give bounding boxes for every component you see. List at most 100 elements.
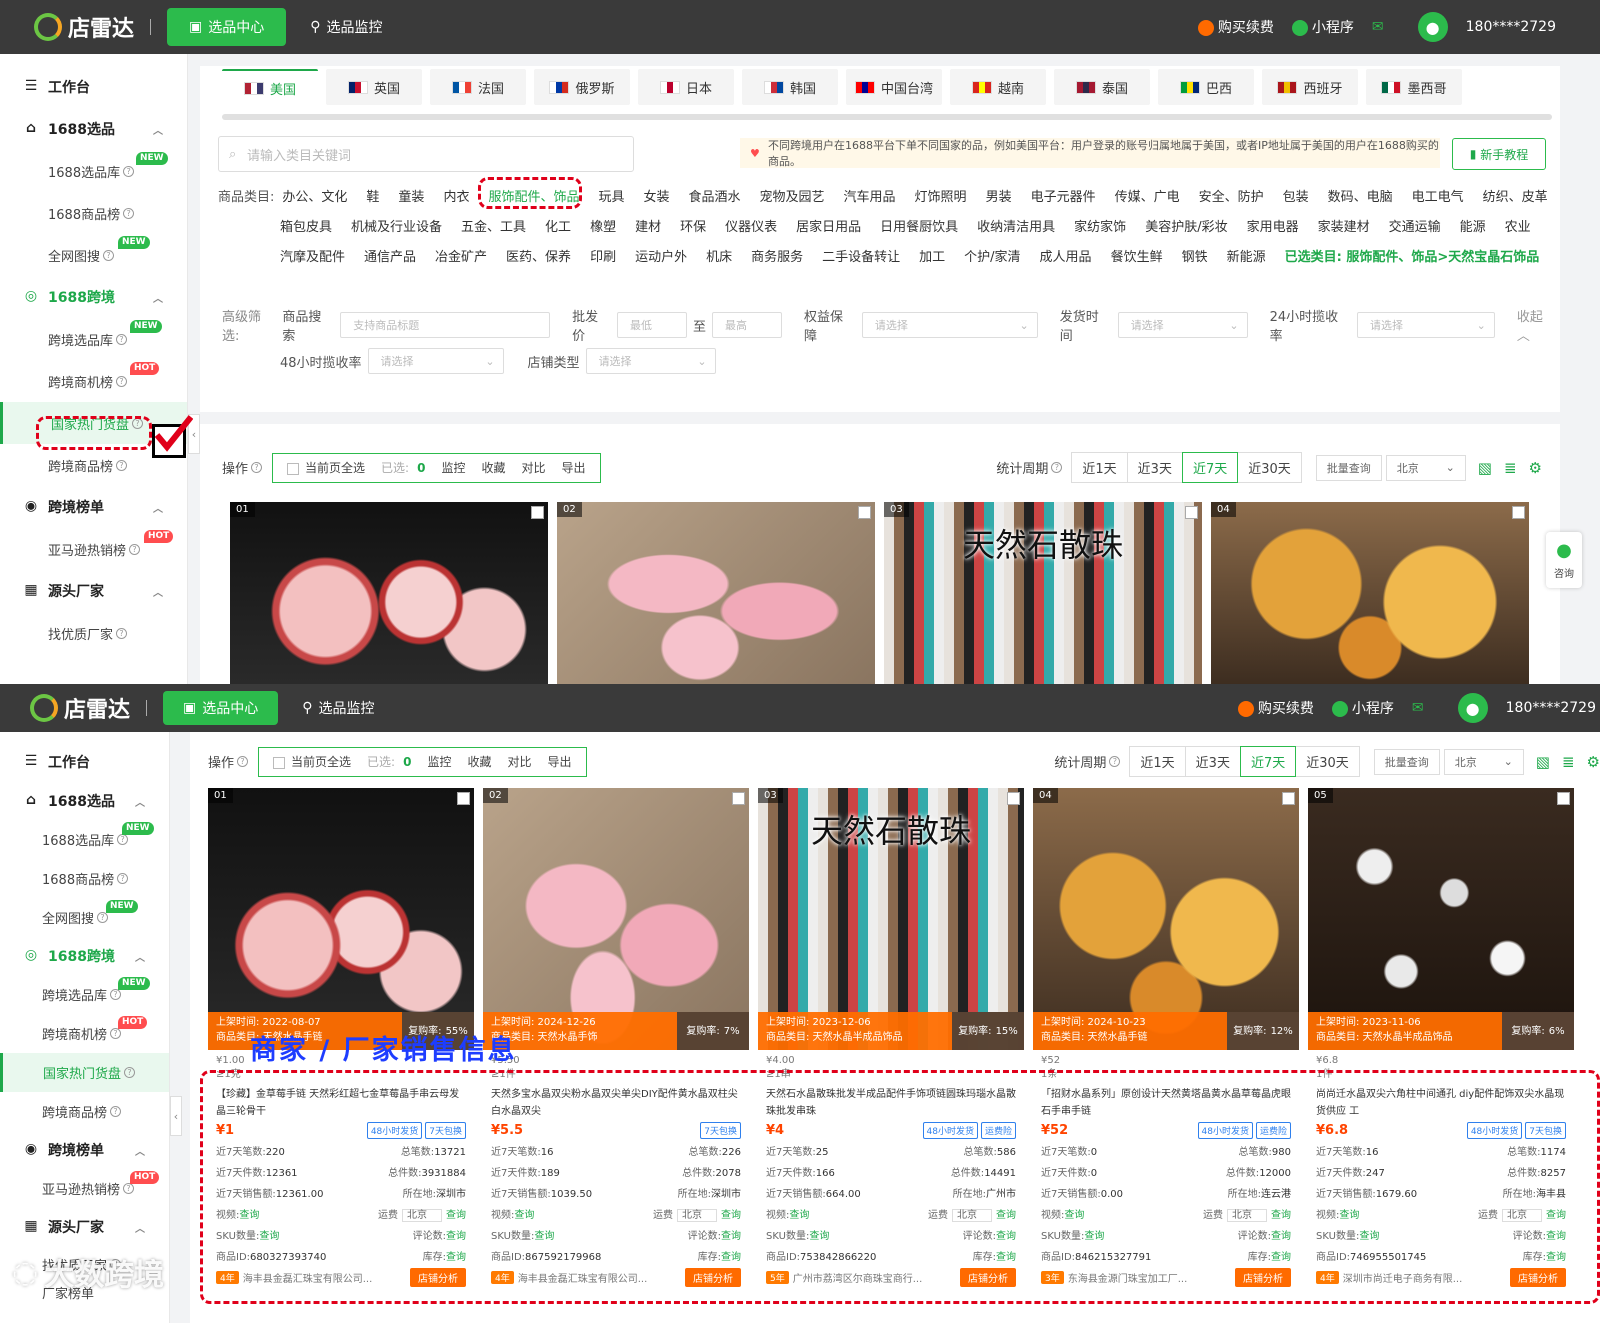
price-max-input[interactable]: 最高	[712, 312, 782, 338]
category-item[interactable]: 餐饮生鲜	[1111, 246, 1163, 265]
user-account[interactable]: 180****2729	[1506, 700, 1596, 716]
export-button[interactable]: 导出	[547, 753, 571, 770]
buy-renew-link[interactable]: 购买续费	[1197, 17, 1274, 37]
user-account[interactable]: 180****2729	[1466, 19, 1556, 35]
batch-query-button[interactable]: 批量查询	[1373, 748, 1440, 775]
sidebar-workbench[interactable]: ☰ 工作台	[0, 66, 187, 108]
category-search-input[interactable]: ⌕ 请输入类目关键词	[218, 136, 634, 172]
product-card[interactable]: 04	[1211, 502, 1529, 684]
rights-select[interactable]: 请选择 ⌄	[861, 312, 1038, 338]
category-item[interactable]: 通信产品	[364, 246, 416, 265]
category-item[interactable]: 安全、防护	[1199, 186, 1264, 205]
message-icon[interactable]: ✉	[1372, 19, 1384, 35]
period-option[interactable]: 近30天	[1295, 746, 1360, 777]
avatar[interactable]: ●	[1457, 693, 1488, 723]
category-item[interactable]: 交通运输	[1389, 216, 1441, 235]
sidebar-group-1688[interactable]: ⌂ 1688选品 ︿	[0, 108, 187, 150]
category-item[interactable]: 数码、电脑	[1328, 186, 1393, 205]
category-item[interactable]: 童装	[398, 186, 424, 205]
sidebar-item-imgsearch[interactable]: 全网图搜? NEW	[0, 234, 187, 276]
list-view-icon[interactable]: ≣	[1504, 459, 1517, 477]
monitor-button[interactable]: 监控	[427, 753, 451, 770]
period-option[interactable]: 近7天	[1181, 452, 1239, 483]
period-option[interactable]: 近7天	[1239, 746, 1297, 777]
category-item[interactable]: 医药、保养	[506, 246, 571, 265]
category-item[interactable]: 钢铁	[1182, 246, 1208, 265]
country-tab[interactable]: 韩国	[742, 69, 838, 105]
category-item[interactable]: 电工电气	[1412, 186, 1464, 205]
logo[interactable]: 店雷达	[30, 692, 130, 724]
category-item[interactable]: 美容护肤/彩妆	[1145, 216, 1227, 235]
sidebar-workbench[interactable]: ☰ 工作台	[0, 742, 169, 782]
category-item[interactable]: 二手设备转让	[822, 246, 900, 265]
product-image[interactable]: 01	[230, 502, 548, 684]
category-item[interactable]: 新能源	[1227, 246, 1266, 265]
country-tab[interactable]: 日本	[638, 69, 734, 105]
country-tab[interactable]: 中国台湾	[846, 69, 942, 105]
select-checkbox[interactable]	[732, 792, 745, 805]
select-checkbox[interactable]	[457, 792, 470, 805]
select-checkbox[interactable]	[1557, 792, 1570, 805]
category-item[interactable]: 玩具	[598, 186, 624, 205]
category-item[interactable]: 商务服务	[751, 246, 803, 265]
category-item[interactable]: 个护/家清	[964, 246, 1020, 265]
sidebar-item-crosslib[interactable]: 跨境选品库? NEW	[0, 318, 187, 360]
select-checkbox[interactable]	[1512, 506, 1525, 519]
category-item[interactable]: 男装	[986, 186, 1012, 205]
country-tab[interactable]: 美国	[222, 69, 318, 105]
category-item[interactable]: 机床	[706, 246, 732, 265]
country-tab[interactable]: 墨西哥	[1366, 69, 1462, 105]
category-item[interactable]: 环保	[680, 216, 706, 235]
compare-button[interactable]: 对比	[507, 753, 531, 770]
shop-type-select[interactable]: 请选择 ⌄	[585, 348, 716, 374]
category-item[interactable]: 灯饰照明	[915, 186, 967, 205]
category-item[interactable]: 五金、工具	[461, 216, 526, 235]
sidebar-item-amazon[interactable]: 亚马逊热销榜? HOT	[0, 528, 187, 570]
category-item[interactable]: 家装建材	[1318, 216, 1370, 235]
period-option[interactable]: 近30天	[1237, 452, 1302, 483]
product-image[interactable]: 01 上架时间: 2022-08-07 商品类目: 天然水晶手链 复购率: 55%	[208, 788, 474, 1050]
country-tab[interactable]: 英国	[326, 69, 422, 105]
rate48-select[interactable]: 请选择 ⌄	[367, 348, 504, 374]
image-view-icon[interactable]: ▧	[1478, 459, 1492, 477]
product-image[interactable]: 03 天然石散珠	[884, 502, 1202, 684]
settings-icon[interactable]: ⚙	[1529, 459, 1542, 477]
country-tab[interactable]: 巴西	[1158, 69, 1254, 105]
product-card[interactable]: 01	[230, 502, 548, 684]
category-item[interactable]: 传媒、广电	[1115, 186, 1180, 205]
period-option[interactable]: 近1天	[1129, 746, 1186, 777]
product-image[interactable]: 03 天然石散珠 上架时间: 2023-12-06 商品类目: 天然水晶半成品饰品 复购…	[758, 788, 1024, 1050]
category-item[interactable]: 农业	[1505, 216, 1531, 235]
category-item[interactable]: 纺织、皮革	[1483, 186, 1548, 205]
category-item[interactable]: 建材	[635, 216, 661, 235]
select-checkbox[interactable]	[1007, 792, 1020, 805]
region-select[interactable]: 北京 ⌄	[1385, 454, 1466, 481]
select-all-checkbox[interactable]: 当前页全选	[287, 459, 365, 476]
monitor-button[interactable]: 监控	[441, 459, 465, 476]
category-item[interactable]: 鞋	[366, 186, 379, 205]
category-item[interactable]: 加工	[919, 246, 945, 265]
compare-button[interactable]: 对比	[521, 459, 545, 476]
product-image[interactable]: 04 上架时间: 2024-10-23 商品类目: 天然水晶手链 复购率: 12%	[1033, 788, 1299, 1050]
category-item[interactable]: 电子元器件	[1031, 186, 1096, 205]
tutorial-button[interactable]: ▮ 新手教程	[1452, 138, 1546, 170]
category-item[interactable]: 宠物及园艺	[760, 186, 825, 205]
logo[interactable]: 店雷达	[34, 11, 134, 43]
category-item[interactable]: 女装	[643, 186, 669, 205]
export-button[interactable]: 导出	[561, 459, 585, 476]
tabs-scrollbar[interactable]	[222, 114, 1552, 120]
image-view-icon[interactable]: ▧	[1536, 753, 1550, 771]
category-item[interactable]: 内衣	[443, 186, 469, 205]
country-tab[interactable]: 俄罗斯	[534, 69, 630, 105]
collapse-filters-button[interactable]: 收起 ︿	[1517, 306, 1560, 344]
product-card[interactable]: 02	[557, 502, 875, 684]
nav-selection-center[interactable]: ▣ 选品中心	[163, 691, 279, 725]
select-checkbox[interactable]	[1282, 792, 1295, 805]
category-item[interactable]: 橡塑	[590, 216, 616, 235]
sidebar-group-cross[interactable]: ◎ 1688跨境 ︿	[0, 937, 169, 975]
product-image[interactable]: 02 上架时间: 2024-12-26 商品类目: 天然水晶手饰 复购率: 7%	[483, 788, 749, 1050]
category-item[interactable]: 收纳清洁用具	[977, 216, 1055, 235]
sidebar-group-1688[interactable]: ⌂ 1688选品 ︿	[0, 782, 169, 820]
message-icon[interactable]: ✉	[1412, 700, 1424, 716]
avatar[interactable]: ●	[1417, 12, 1448, 42]
